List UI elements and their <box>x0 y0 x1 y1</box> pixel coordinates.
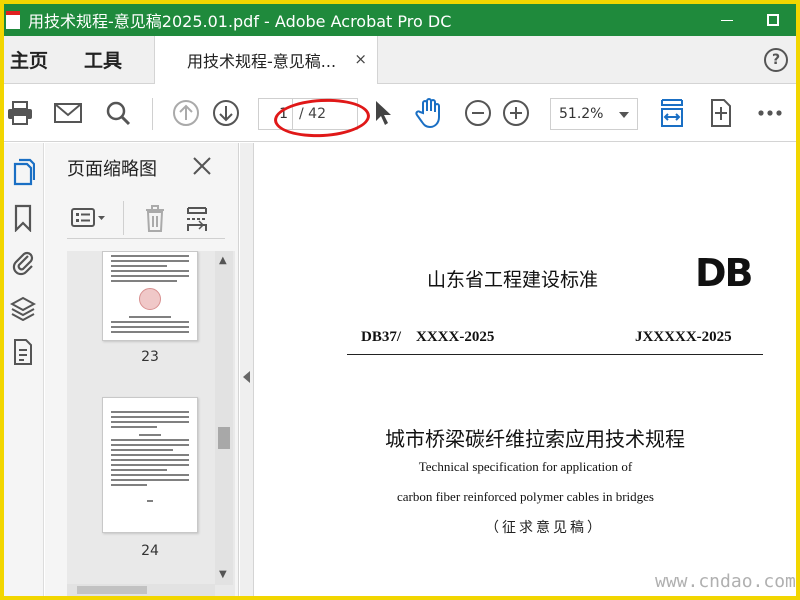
options-menu-icon <box>71 208 105 227</box>
envelope-icon <box>54 103 82 123</box>
minimize-icon <box>721 19 733 21</box>
toolbar: / 42 51.2% <box>4 84 796 142</box>
email-button[interactable] <box>52 98 84 128</box>
maximize-button[interactable] <box>750 4 796 36</box>
thumbnail-label: 23 <box>141 349 159 365</box>
menu-bar: 主页 工具 用技术规程-意见稿... × ? <box>4 36 796 84</box>
close-icon <box>193 157 211 175</box>
hand-icon <box>415 98 440 129</box>
document-title-english-line2: carbon fiber reinforced polymer cables i… <box>396 489 654 504</box>
more-dots-icon <box>758 110 782 116</box>
document-tab-label: 用技术规程-意见稿... <box>187 52 337 71</box>
navigation-rail <box>4 143 44 596</box>
toolbar-separator <box>152 98 153 130</box>
tab-close-icon[interactable]: × <box>354 50 367 68</box>
cursor-arrow-icon <box>376 101 391 125</box>
thumbnails-list[interactable]: 23 24 <box>67 251 235 596</box>
header-rule <box>347 354 763 355</box>
hand-tool-button[interactable] <box>414 98 446 129</box>
next-page-button[interactable] <box>210 98 242 128</box>
zoom-out-icon <box>465 100 491 126</box>
thumbnail-label: 24 <box>141 543 159 559</box>
search-icon <box>106 101 131 126</box>
attachments-button[interactable] <box>8 247 38 277</box>
insert-page-icon <box>187 207 207 231</box>
trash-icon <box>146 205 164 232</box>
zoom-in-icon <box>503 100 529 126</box>
acrobat-icon <box>6 11 20 29</box>
horizontal-scrollbar-thumb[interactable] <box>77 586 147 594</box>
thumbnail-diagram <box>139 288 161 310</box>
expand-page-icon <box>711 99 731 127</box>
paperclip-icon <box>12 251 34 276</box>
page-thumbnails-button[interactable] <box>8 157 38 187</box>
thumbnail-page-23[interactable] <box>102 251 198 341</box>
window-title: 用技术规程-意见稿2025.01.pdf - Adobe Acrobat Pro… <box>28 12 452 31</box>
thumbnail-options-button[interactable] <box>71 207 107 233</box>
layers-button[interactable] <box>8 293 38 323</box>
db-standard-logo: DB <box>695 251 753 295</box>
scroll-up-icon[interactable]: ▲ <box>219 255 227 266</box>
thumbnail-page-24[interactable] <box>102 397 198 533</box>
delete-page-button[interactable] <box>143 205 167 237</box>
menu-home[interactable]: 主页 <box>4 46 62 73</box>
help-icon[interactable]: ? <box>764 48 788 72</box>
document-tab[interactable]: 用技术规程-意见稿... × <box>154 36 378 84</box>
zoom-out-button[interactable] <box>462 98 494 128</box>
standard-code: DB37/ XXXX-2025 <box>361 329 495 345</box>
filing-code: JXXXXX-2025 <box>635 329 732 345</box>
acrobat-window: 用技术规程-意见稿2025.01.pdf - Adobe Acrobat Pro… <box>4 4 796 596</box>
thumbnails-horizontal-scrollbar[interactable] <box>67 584 215 596</box>
document-view[interactable]: 山东省工程建设标准 DB DB37/ XXXX-2025 JXXXXX-2025… <box>255 143 796 596</box>
document-organization: 山东省工程建设标准 <box>427 269 599 291</box>
page-thumbnails-icon <box>13 158 35 186</box>
document-status: （征求意见稿） <box>485 520 604 536</box>
maximize-icon <box>767 14 779 26</box>
extract-page-button[interactable] <box>185 205 211 237</box>
fit-page-icon <box>661 99 683 127</box>
bookmark-icon <box>14 204 32 232</box>
rotate-view-button[interactable] <box>704 98 736 128</box>
site-watermark: www.cndao.com <box>655 571 796 592</box>
menu-tools[interactable]: 工具 <box>62 46 136 73</box>
layers-icon <box>10 296 36 321</box>
document-title-chinese: 城市桥梁碳纤维拉索应用技术规程 <box>385 427 685 451</box>
more-tools-button[interactable] <box>754 98 786 128</box>
previous-page-button[interactable] <box>170 98 202 128</box>
print-icon <box>8 101 32 125</box>
document-title-english-line1: Technical specification for application … <box>418 459 633 474</box>
bookmarks-button[interactable] <box>8 203 38 233</box>
minimize-button[interactable] <box>704 4 750 36</box>
zoom-in-button[interactable] <box>500 98 532 128</box>
document-content-icon <box>14 339 32 365</box>
thumbnails-panel: 页面缩略图 23 24 ▲ ▼ <box>45 143 239 596</box>
zoom-level-select[interactable]: 51.2% <box>550 98 638 130</box>
panel-collapse-handle[interactable] <box>240 143 254 596</box>
print-button[interactable] <box>4 98 36 128</box>
arrow-up-circle-icon <box>173 100 199 126</box>
panel-toolbar <box>67 199 225 239</box>
title-bar: 用技术规程-意见稿2025.01.pdf - Adobe Acrobat Pro… <box>4 4 796 36</box>
select-tool-button[interactable] <box>366 98 398 128</box>
chevron-left-icon <box>243 371 250 383</box>
panel-title: 页面缩略图 <box>67 159 157 180</box>
scroll-down-icon[interactable]: ▼ <box>219 569 227 580</box>
search-button[interactable] <box>102 98 134 128</box>
zoom-level-value: 51.2% <box>559 106 604 122</box>
chevron-down-icon <box>619 112 629 118</box>
scrollbar-thumb[interactable] <box>218 427 230 449</box>
panel-separator <box>123 201 124 235</box>
content-button[interactable] <box>8 337 38 367</box>
thumbnails-vertical-scrollbar[interactable]: ▲ ▼ <box>215 251 233 585</box>
arrow-down-circle-icon <box>213 100 239 126</box>
panel-close-button[interactable] <box>191 155 213 177</box>
fit-page-button[interactable] <box>656 98 688 128</box>
